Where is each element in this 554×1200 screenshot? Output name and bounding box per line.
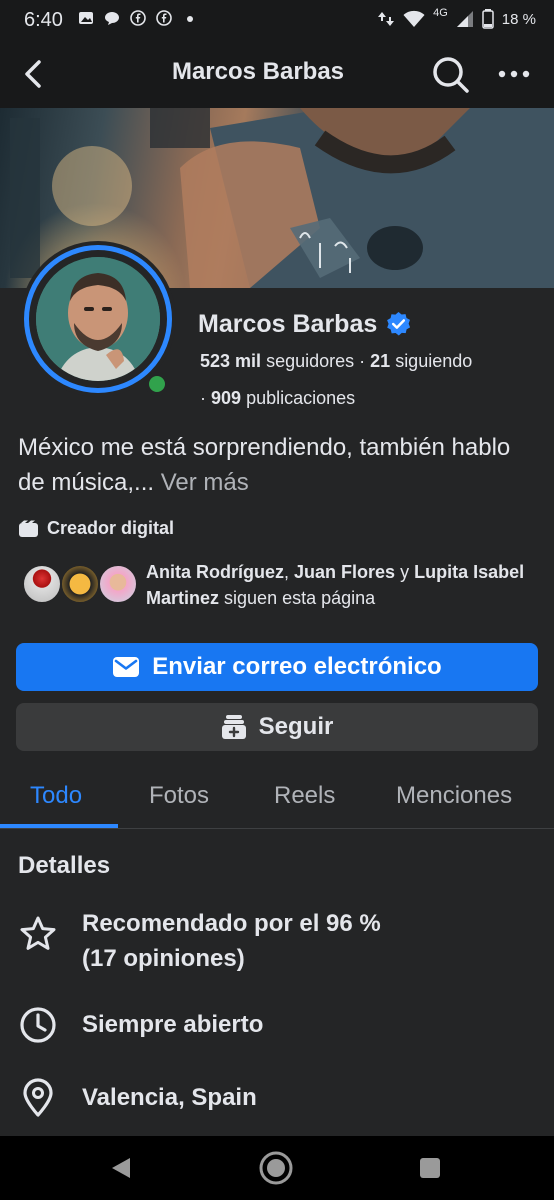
mutual-name-1[interactable]: Anita Rodríguez <box>146 562 284 582</box>
hours-text: Siempre abierto <box>82 1011 264 1038</box>
facebook-notification-icon-2 <box>156 10 172 26</box>
recommendation-line-2: (17 opiniones) <box>82 945 245 972</box>
avatar-illustration <box>36 257 160 381</box>
verified-badge-icon <box>387 311 411 336</box>
follow-box-icon <box>221 715 246 739</box>
mutual-separator-2: y <box>400 562 410 582</box>
posts-count: 909 <box>211 388 242 408</box>
mutual-avatar-3 <box>98 564 138 604</box>
mutual-avatar-2 <box>60 564 100 604</box>
bio: México me está sorprendiendo, también ha… <box>18 430 538 500</box>
avatar[interactable] <box>36 257 160 381</box>
tab-menciones[interactable]: Menciones <box>396 782 512 810</box>
nav-recents-icon[interactable] <box>418 1156 442 1180</box>
mutual-followers-text: Anita Rodríguez, Juan Flores y Lupita Is… <box>146 559 546 611</box>
profile-tabs: Todo Fotos Reels Menciones <box>0 768 554 829</box>
mutual-avatar-1 <box>22 564 62 604</box>
tab-fotos[interactable]: Fotos <box>149 782 209 810</box>
posts-stats: · 909 publicaciones <box>200 388 355 409</box>
star-icon <box>20 916 56 950</box>
tab-todo[interactable]: Todo <box>30 782 82 810</box>
notification-icons <box>78 10 198 26</box>
online-status-indicator <box>145 372 169 396</box>
page-category: Creador digital <box>18 518 174 539</box>
hours-detail[interactable]: Siempre abierto <box>18 1005 538 1045</box>
location-pin-icon <box>23 1078 53 1117</box>
more-dots-icon[interactable] <box>494 54 534 94</box>
category-label: Creador digital <box>47 518 175 538</box>
following-label: siguiendo <box>395 351 473 371</box>
nav-back-icon[interactable] <box>108 1156 136 1180</box>
envelope-icon <box>113 657 140 677</box>
recommendation-detail[interactable]: Recomendado por el 96 % (17 opiniones) <box>18 906 538 976</box>
video-creator-icon <box>19 520 38 537</box>
battery-icon <box>482 9 494 29</box>
bio-text: México me está sorprendiendo, también ha… <box>18 434 511 496</box>
active-tab-indicator <box>0 824 118 828</box>
location-text: Valencia, Spain <box>82 1084 257 1111</box>
send-email-label: Enviar correo electrónico <box>152 653 442 680</box>
send-email-button[interactable]: Enviar correo electrónico <box>16 643 538 691</box>
search-icon[interactable] <box>430 54 470 94</box>
top-app-bar: Marcos Barbas <box>0 40 554 108</box>
status-time: 6:40 <box>24 9 63 31</box>
posts-prefix: · <box>200 388 206 408</box>
followers-label: seguidores · <box>266 351 366 371</box>
image-notification-icon <box>79 12 93 24</box>
posts-label: publicaciones <box>246 388 356 408</box>
tab-reels[interactable]: Reels <box>274 782 335 810</box>
more-notifications-dot-icon <box>187 16 193 22</box>
mutual-separator-1: , <box>284 562 290 582</box>
recommendation-text: Recomendado por el 96 % (17 opiniones) <box>82 906 381 976</box>
following-count: 21 <box>370 351 391 371</box>
wifi-icon <box>403 10 425 27</box>
follow-button[interactable]: Seguir <box>16 703 538 751</box>
follow-label: Seguir <box>258 713 334 740</box>
recommendation-line-1: Recomendado por el 96 % <box>82 910 381 937</box>
followers-count: 523 mil <box>200 351 262 371</box>
profile-name-row: Marcos Barbas <box>198 310 412 339</box>
location-detail[interactable]: Valencia, Spain <box>18 1078 538 1118</box>
mutual-suffix: siguen esta página <box>224 588 376 608</box>
cell-signal-icon <box>456 11 473 27</box>
see-more-link[interactable]: Ver más <box>161 469 249 496</box>
profile-name: Marcos Barbas <box>198 310 378 338</box>
status-bar: 6:40 4G 18 % <box>0 0 554 40</box>
clock-icon <box>20 1007 56 1043</box>
nav-home-icon[interactable] <box>258 1150 294 1186</box>
network-type: 4G <box>433 7 448 19</box>
mutual-name-2[interactable]: Juan Flores <box>294 562 395 582</box>
details-heading: Detalles <box>18 852 111 879</box>
facebook-notification-icon <box>130 10 146 26</box>
battery-percent: 18 % <box>501 10 536 28</box>
followers-stats[interactable]: 523 mil seguidores · 21 siguiendo <box>200 351 472 372</box>
status-right: 4G 18 % <box>377 7 536 29</box>
data-arrows-icon <box>378 12 395 26</box>
chat-notification-icon <box>105 12 119 25</box>
system-navigation-bar <box>0 1136 554 1200</box>
